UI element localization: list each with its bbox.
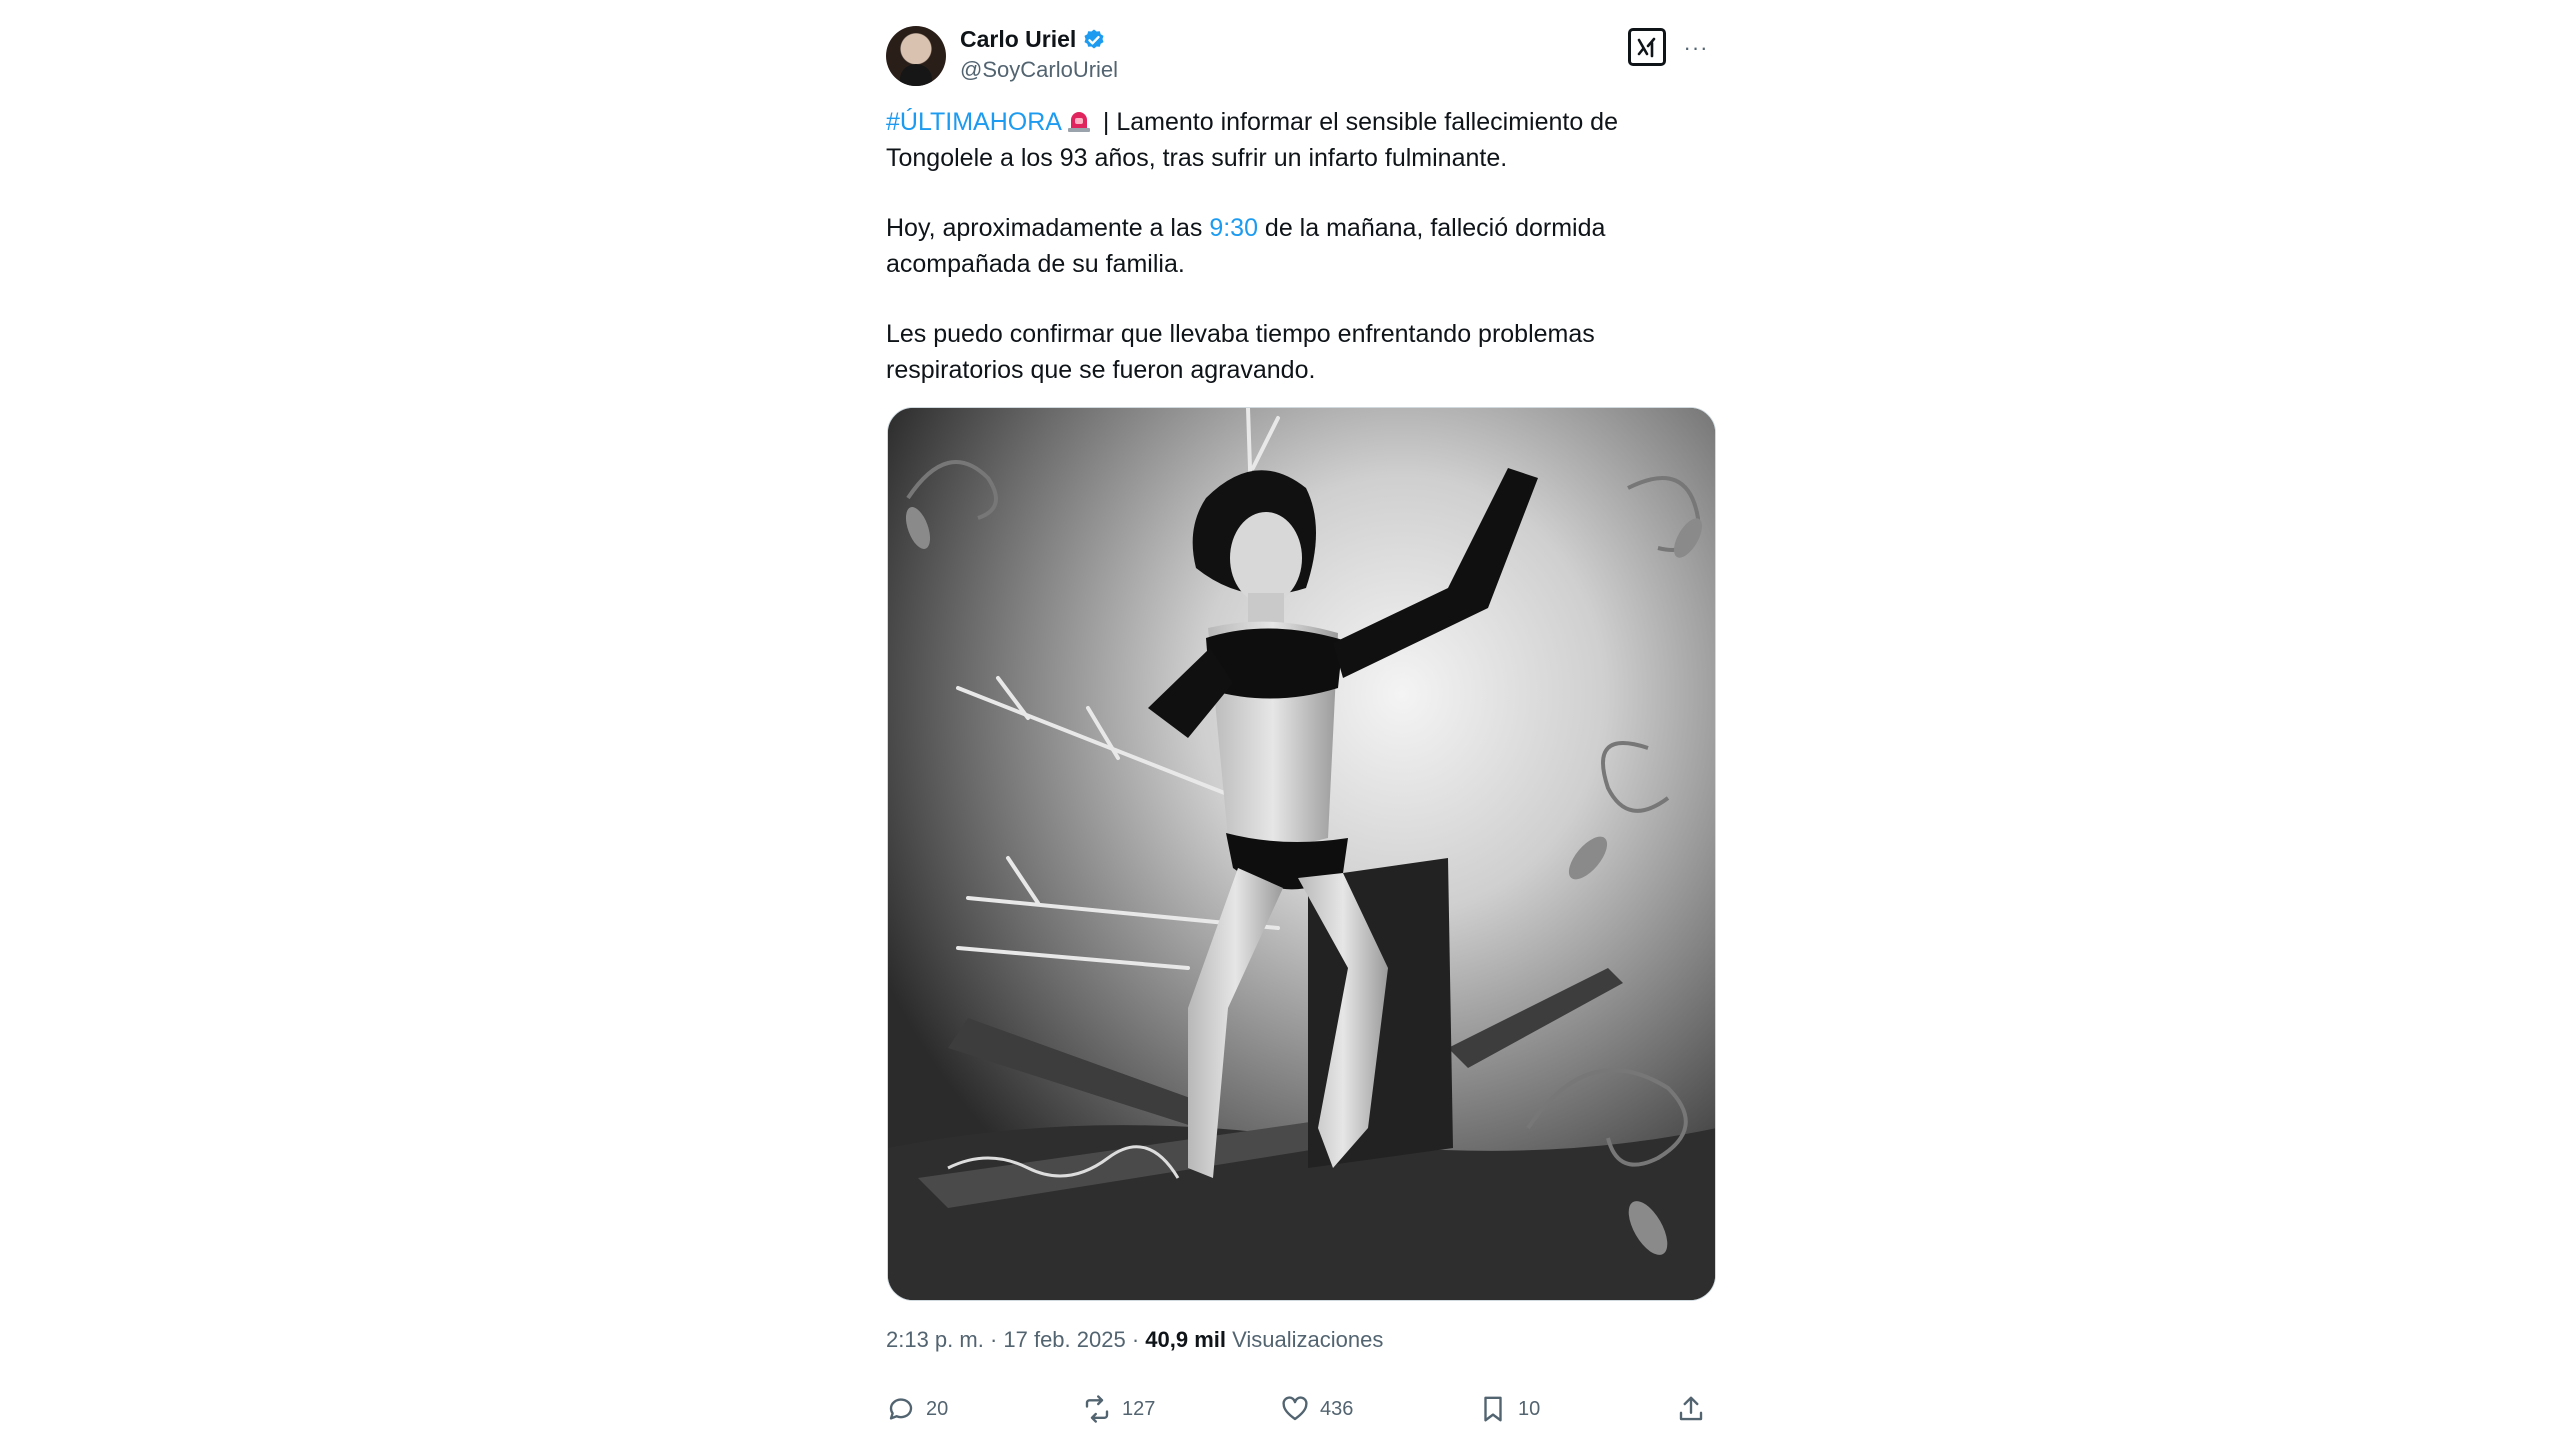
- verified-badge-icon: [1084, 29, 1104, 48]
- repost-icon: [1085, 1395, 1109, 1423]
- author-display-name[interactable]: Carlo Uriel: [960, 26, 1076, 53]
- like-count: 436: [1320, 1397, 1354, 1420]
- author-handle[interactable]: @SoyCarloUriel: [960, 57, 1118, 83]
- like-button[interactable]: 436: [1280, 1394, 1353, 1424]
- hashtag-link[interactable]: #ÚLTIMAHORA: [886, 108, 1062, 136]
- share-icon: [1679, 1396, 1703, 1421]
- author-name-row[interactable]: Carlo Uriel: [960, 26, 1106, 53]
- bookmark-count: 10: [1518, 1397, 1541, 1420]
- reply-button[interactable]: 20: [886, 1394, 948, 1424]
- heart-icon: [1282, 1396, 1308, 1421]
- tweet-meta: 2:13 p. m. · 17 feb. 2025 · 40,9 mil Vis…: [886, 1327, 1383, 1353]
- tweet-paragraph-2: Hoy, aproximadamente a las 9:30 de la ma…: [886, 210, 1696, 282]
- tweet-paragraph-3: Les puedo confirmar que llevaba tiempo e…: [886, 320, 1595, 384]
- reply-count: 20: [926, 1397, 949, 1420]
- grok-glyph-icon: [1637, 37, 1656, 58]
- action-bar: 20 127 436 10: [886, 1394, 1716, 1434]
- share-button[interactable]: [1676, 1394, 1706, 1424]
- tweet-paragraph-2-before: Hoy, aproximadamente a las: [886, 214, 1210, 242]
- timestamp[interactable]: 2:13 p. m. · 17 feb. 2025 ·: [886, 1327, 1145, 1352]
- time-link[interactable]: 9:30: [1209, 214, 1258, 242]
- tweet-photo[interactable]: [887, 407, 1716, 1301]
- tweet-paragraph-1: #ÚLTIMAHORA | Lamento informar el sensib…: [886, 104, 1696, 176]
- repost-count: 127: [1122, 1397, 1156, 1420]
- bookmark-button[interactable]: 10: [1478, 1394, 1540, 1424]
- more-options-icon[interactable]: ···: [1678, 30, 1714, 66]
- bookmark-icon: [1484, 1396, 1502, 1422]
- tweet-card: Carlo Uriel @SoyCarloUriel ··· #ÚLTIMAHO…: [852, 0, 1722, 1440]
- avatar[interactable]: [886, 26, 946, 86]
- reply-icon: [889, 1398, 913, 1420]
- views-count: 40,9 mil: [1145, 1327, 1226, 1352]
- tweet-text: #ÚLTIMAHORA | Lamento informar el sensib…: [886, 104, 1696, 422]
- repost-button[interactable]: 127: [1082, 1394, 1155, 1424]
- views-label: Visualizaciones: [1225, 1327, 1384, 1352]
- photo-illustration: [888, 408, 1715, 1300]
- grok-icon[interactable]: [1628, 28, 1666, 66]
- siren-emoji-icon: [1067, 112, 1090, 132]
